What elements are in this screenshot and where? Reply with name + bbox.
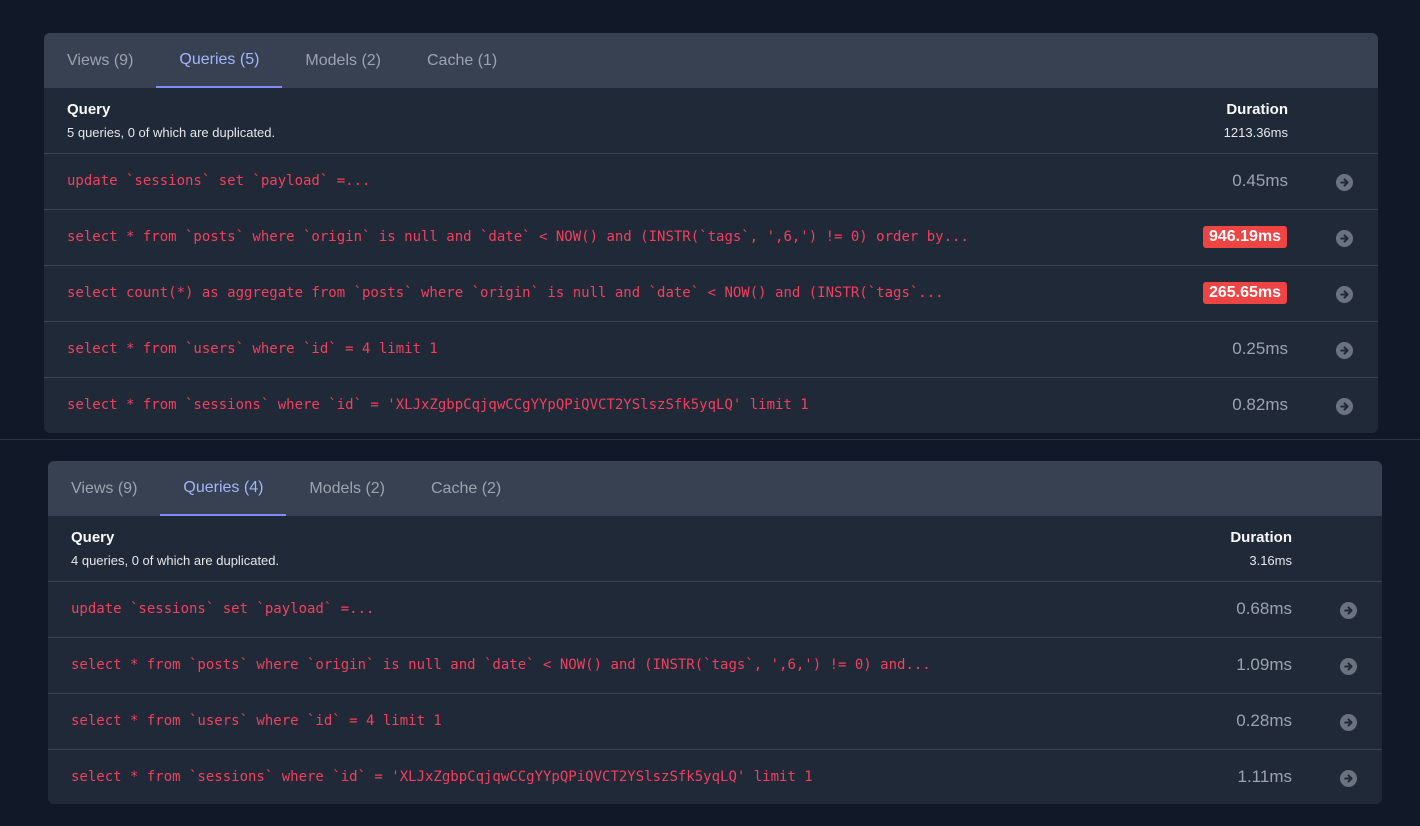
total-duration: 1213.36ms bbox=[1223, 125, 1288, 140]
slow-duration-badge: 946.19ms bbox=[1202, 226, 1287, 248]
tab-models[interactable]: Models (2) bbox=[286, 461, 408, 516]
query-row[interactable]: select * from `sessions` where `id` = 'X… bbox=[44, 378, 1378, 433]
query-row[interactable]: select * from `users` where `id` = 4 lim… bbox=[44, 322, 1378, 378]
query-sql: select * from `sessions` where `id` = 'X… bbox=[71, 769, 813, 785]
arrow-right-circle-icon[interactable] bbox=[1336, 286, 1353, 303]
tab-bar: Views (9) Queries (4) Models (2) Cache (… bbox=[48, 461, 1382, 516]
query-sql: select * from `users` where `id` = 4 lim… bbox=[67, 341, 438, 357]
arrow-right-circle-icon[interactable] bbox=[1340, 770, 1357, 787]
arrow-right-circle-icon[interactable] bbox=[1340, 714, 1357, 731]
query-sql: select * from `posts` where `origin` is … bbox=[71, 657, 931, 673]
table-header: Query 4 queries, 0 of which are duplicat… bbox=[48, 516, 1382, 582]
arrow-right-circle-icon[interactable] bbox=[1336, 342, 1353, 359]
tab-cache[interactable]: Cache (1) bbox=[404, 33, 520, 88]
query-duration: 0.25ms bbox=[1232, 339, 1288, 358]
slow-duration-badge: 265.65ms bbox=[1202, 282, 1287, 304]
query-row[interactable]: select * from `users` where `id` = 4 lim… bbox=[48, 694, 1382, 750]
query-row[interactable]: select * from `posts` where `origin` is … bbox=[48, 638, 1382, 694]
query-row[interactable]: select count(*) as aggregate from `posts… bbox=[44, 266, 1378, 322]
query-sql: select * from `users` where `id` = 4 lim… bbox=[71, 713, 442, 729]
arrow-right-circle-icon[interactable] bbox=[1336, 174, 1353, 191]
duration-column-header: Duration bbox=[1226, 101, 1288, 118]
tab-queries[interactable]: Queries (4) bbox=[160, 461, 287, 516]
query-summary: 4 queries, 0 of which are duplicated. bbox=[71, 553, 280, 568]
tab-models[interactable]: Models (2) bbox=[282, 33, 404, 88]
duration-column-header: Duration bbox=[1230, 529, 1292, 546]
query-duration: 0.68ms bbox=[1236, 599, 1292, 618]
arrow-right-circle-icon[interactable] bbox=[1340, 602, 1357, 619]
arrow-right-circle-icon[interactable] bbox=[1340, 658, 1357, 675]
query-row[interactable]: update `sessions` set `payload` =... 0.68… bbox=[48, 582, 1382, 638]
query-list: update `sessions` set `payload` =... 0.45… bbox=[44, 154, 1378, 433]
query-column-header: Query bbox=[71, 529, 115, 546]
queries-panel: Views (9) Queries (4) Models (2) Cache (… bbox=[48, 461, 1382, 804]
query-sql: select count(*) as aggregate from `posts… bbox=[67, 285, 944, 301]
tab-bar: Views (9) Queries (5) Models (2) Cache (… bbox=[44, 33, 1378, 88]
query-row[interactable]: select * from `posts` where `origin` is … bbox=[44, 210, 1378, 266]
query-duration: 0.45ms bbox=[1232, 171, 1288, 190]
query-duration: 1.09ms bbox=[1236, 655, 1292, 674]
table-header: Query 5 queries, 0 of which are duplicat… bbox=[44, 88, 1378, 154]
query-sql: select * from `posts` where `origin` is … bbox=[67, 229, 969, 245]
tab-views[interactable]: Views (9) bbox=[48, 461, 160, 516]
query-sql: update `sessions` set `payload` =... bbox=[67, 173, 371, 189]
arrow-right-circle-icon[interactable] bbox=[1336, 398, 1353, 415]
query-column-header: Query bbox=[67, 101, 111, 118]
query-summary: 5 queries, 0 of which are duplicated. bbox=[67, 125, 276, 140]
query-row[interactable]: select * from `sessions` where `id` = 'X… bbox=[48, 750, 1382, 804]
query-sql: select * from `sessions` where `id` = 'X… bbox=[67, 397, 809, 413]
query-duration: 0.82ms bbox=[1232, 395, 1288, 414]
tab-cache[interactable]: Cache (2) bbox=[408, 461, 524, 516]
query-duration: 0.28ms bbox=[1236, 711, 1292, 730]
query-row[interactable]: update `sessions` set `payload` =... 0.45… bbox=[44, 154, 1378, 210]
arrow-right-circle-icon[interactable] bbox=[1336, 230, 1353, 247]
tab-queries[interactable]: Queries (5) bbox=[156, 33, 283, 88]
query-list: update `sessions` set `payload` =... 0.68… bbox=[48, 582, 1382, 804]
queries-panel: Views (9) Queries (5) Models (2) Cache (… bbox=[44, 33, 1378, 433]
query-sql: update `sessions` set `payload` =... bbox=[71, 601, 375, 617]
query-duration: 1.11ms bbox=[1237, 767, 1293, 786]
section-divider bbox=[0, 439, 1420, 440]
tab-views[interactable]: Views (9) bbox=[44, 33, 156, 88]
total-duration: 3.16ms bbox=[1249, 553, 1292, 568]
